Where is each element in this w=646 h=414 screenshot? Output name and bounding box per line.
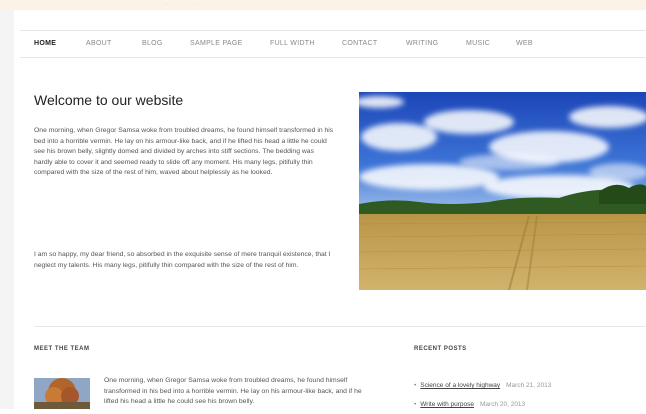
nav-item-writing[interactable]: WRITING xyxy=(406,40,438,47)
nav-item-music[interactable]: MUSIC xyxy=(466,40,490,47)
meet-the-team-title: MEET THE TEAM xyxy=(34,346,90,352)
bullet-icon: • xyxy=(414,382,417,389)
intro-paragraph: One morning, when Gregor Samsa woke from… xyxy=(34,127,334,176)
nav-item-blog[interactable]: BLOG xyxy=(142,40,163,47)
nav-item-about[interactable]: ABOUT xyxy=(86,40,112,47)
bullet-icon: • xyxy=(414,401,417,408)
left-gutter xyxy=(0,10,14,409)
top-strip-decoration: · · · xyxy=(165,2,205,8)
nav-item-home[interactable]: HOME xyxy=(34,40,56,47)
main-navigation: HOME ABOUT BLOG SAMPLE PAGE FULL WIDTH C… xyxy=(20,30,646,58)
nav-item-sample-page[interactable]: SAMPLE PAGE xyxy=(190,40,243,47)
nav-item-contact[interactable]: CONTACT xyxy=(342,40,377,47)
wheat-field-landscape xyxy=(359,92,646,290)
post-date: March 20, 2013 xyxy=(480,401,526,408)
section-divider xyxy=(34,326,646,327)
recent-post-link[interactable]: Write with purpose xyxy=(420,401,474,408)
recent-posts-list: • Science of a lovely highway March 21, 20… xyxy=(414,376,644,414)
second-paragraph: I am so happy, my dear friend, so absorb… xyxy=(34,251,331,269)
recent-post-link[interactable]: Science of a lovely highway xyxy=(420,382,500,389)
page-title: Welcome to our website xyxy=(34,92,184,108)
nav-item-full-width[interactable]: FULL WIDTH xyxy=(270,40,315,47)
post-date: March 21, 2013 xyxy=(506,382,552,389)
hero-image xyxy=(359,92,646,290)
nav-item-web[interactable]: WEB xyxy=(516,40,533,47)
team-member-photo xyxy=(34,378,90,409)
tree-photo xyxy=(34,378,90,409)
team-description: One morning, when Gregor Samsa woke from… xyxy=(104,377,362,405)
recent-posts-title: RECENT POSTS xyxy=(414,346,467,352)
list-item: • Write with purpose March 20, 2013 xyxy=(414,395,644,414)
top-strip: · · · xyxy=(0,0,646,10)
list-item: • Science of a lovely highway March 21, 20… xyxy=(414,376,644,395)
